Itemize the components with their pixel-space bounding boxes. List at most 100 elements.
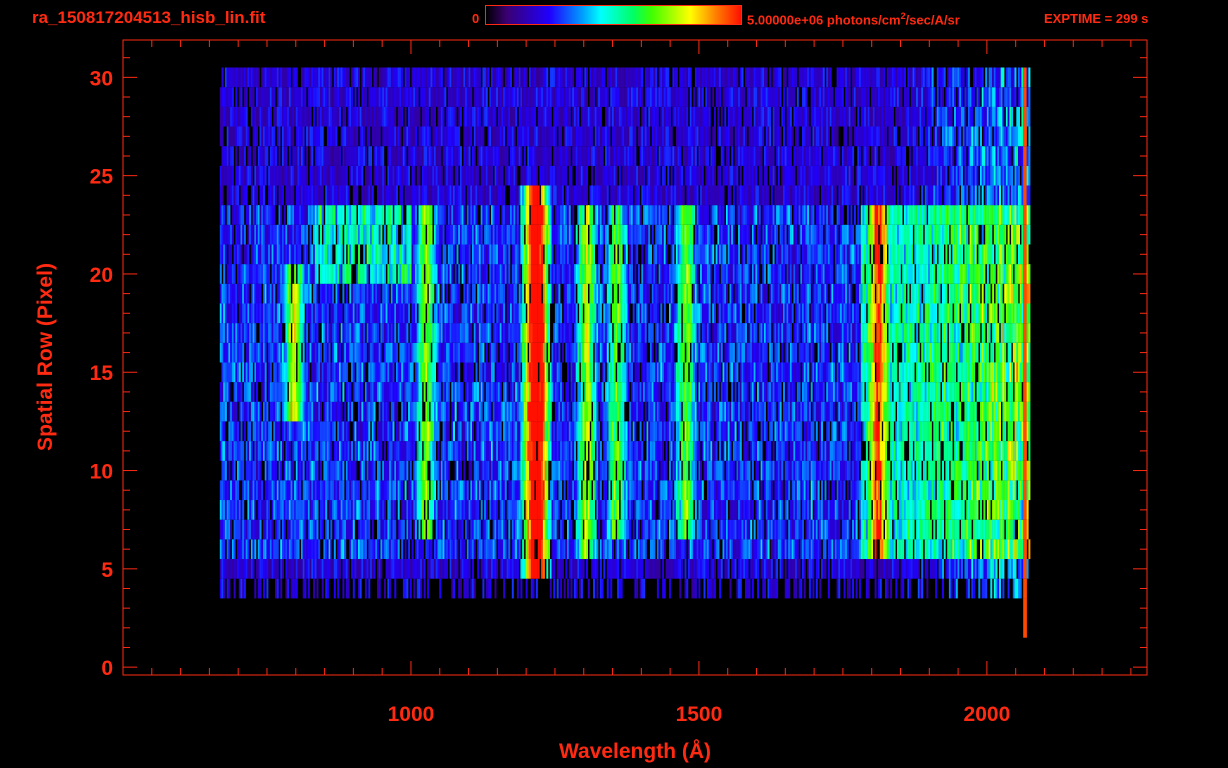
heatmap-cell xyxy=(548,539,550,559)
heatmap-cell xyxy=(478,401,481,422)
heatmap-cell xyxy=(746,421,749,442)
heatmap-cell xyxy=(237,362,239,383)
heatmap-cell xyxy=(765,480,768,501)
heatmap-cell xyxy=(637,362,640,383)
heatmap-cell xyxy=(435,382,438,402)
heatmap-cell xyxy=(802,519,804,540)
heatmap-cell xyxy=(280,460,283,481)
heatmap-cell xyxy=(492,382,495,402)
heatmap-cell xyxy=(902,421,905,442)
heatmap-cell xyxy=(834,421,837,442)
heatmap-cell xyxy=(788,480,791,501)
heatmap-cell xyxy=(957,519,960,540)
heatmap-cell xyxy=(921,382,924,402)
heatmap-cell xyxy=(872,460,875,481)
heatmap-cell xyxy=(461,539,464,559)
heatmap-cell xyxy=(299,460,302,481)
heatmap-cell xyxy=(620,578,623,599)
heatmap-cell xyxy=(983,421,986,442)
heatmap-cell xyxy=(591,342,594,363)
heatmap-cell xyxy=(560,382,563,402)
heatmap-cell xyxy=(741,362,744,383)
heatmap-cell xyxy=(252,559,255,579)
heatmap-cell xyxy=(349,342,352,363)
heatmap-cell xyxy=(323,559,326,579)
heatmap-cell xyxy=(663,578,666,599)
heatmap-cell xyxy=(912,519,915,540)
heatmap-cell xyxy=(724,441,727,461)
heatmap-cell xyxy=(641,559,644,579)
heatmap-cell xyxy=(532,539,535,559)
heatmap-cell xyxy=(392,382,395,402)
heatmap-cell xyxy=(914,539,917,559)
heatmap-cell xyxy=(354,480,357,501)
heatmap-cell xyxy=(947,421,950,442)
heatmap-cell xyxy=(420,401,423,422)
heatmap-cell xyxy=(504,382,507,402)
heatmap-cell xyxy=(599,480,602,501)
heatmap-cell xyxy=(743,421,746,442)
heatmap-cell xyxy=(430,559,433,579)
heatmap-cell xyxy=(710,342,713,363)
heatmap-cell xyxy=(554,539,557,559)
heatmap-cell xyxy=(964,460,967,481)
heatmap-cell xyxy=(477,559,480,579)
heatmap-cell xyxy=(926,362,929,383)
heatmap-cell xyxy=(615,342,618,363)
heatmap-cell xyxy=(470,460,473,481)
heatmap-cell xyxy=(268,441,271,461)
heatmap-cell xyxy=(418,519,421,540)
heatmap-cell xyxy=(757,460,760,481)
heatmap-cell xyxy=(247,441,250,461)
heatmap-cell xyxy=(554,362,557,383)
heatmap-cell xyxy=(523,342,526,363)
heatmap-cell xyxy=(634,539,637,559)
heatmap-cell xyxy=(827,460,830,481)
heatmap-cell xyxy=(230,342,233,363)
heatmap-cell xyxy=(582,441,585,461)
heatmap-cell xyxy=(333,539,336,559)
heatmap-cell xyxy=(256,401,258,422)
heatmap-cell xyxy=(990,441,993,461)
heatmap-cell xyxy=(333,578,336,599)
heatmap-cell xyxy=(961,559,963,579)
heatmap-cell xyxy=(679,421,682,442)
heatmap-cell xyxy=(423,382,426,402)
heatmap-cell xyxy=(644,401,647,422)
heatmap-cell xyxy=(485,559,488,579)
heatmap-cell xyxy=(658,382,661,402)
heatmap-cell xyxy=(548,441,550,461)
heatmap-cell xyxy=(812,421,815,442)
heatmap-cell xyxy=(945,500,948,520)
heatmap-cell xyxy=(1026,382,1029,402)
heatmap-cell xyxy=(430,441,433,461)
heatmap-cell xyxy=(679,559,682,579)
heatmap-cell xyxy=(428,342,431,363)
heatmap-cell xyxy=(734,421,737,442)
heatmap-cell xyxy=(893,401,896,422)
heatmap-cell xyxy=(617,519,620,540)
heatmap-cell xyxy=(430,539,433,559)
heatmap-cell xyxy=(268,382,271,402)
heatmap-cell xyxy=(318,421,321,442)
heatmap-cell xyxy=(373,401,376,422)
heatmap-cell xyxy=(973,362,976,383)
heatmap-cell xyxy=(259,401,262,422)
heatmap-cell xyxy=(810,500,813,520)
heatmap-cell xyxy=(520,519,523,540)
heatmap-cell xyxy=(974,401,977,422)
heatmap-cell xyxy=(311,382,314,402)
heatmap-cell xyxy=(912,460,915,481)
heatmap-cell xyxy=(878,362,880,383)
heatmap-cell xyxy=(840,441,842,461)
heatmap-cell xyxy=(859,480,861,501)
heatmap-cell xyxy=(890,382,893,402)
heatmap-cell xyxy=(401,539,404,559)
heatmap-cell xyxy=(852,441,855,461)
heatmap-cell xyxy=(529,382,531,402)
heatmap-cell xyxy=(243,362,246,383)
heatmap-cell xyxy=(292,578,295,599)
heatmap-cell xyxy=(278,421,281,442)
heatmap-cell xyxy=(821,500,823,520)
heatmap-cell xyxy=(796,539,799,559)
